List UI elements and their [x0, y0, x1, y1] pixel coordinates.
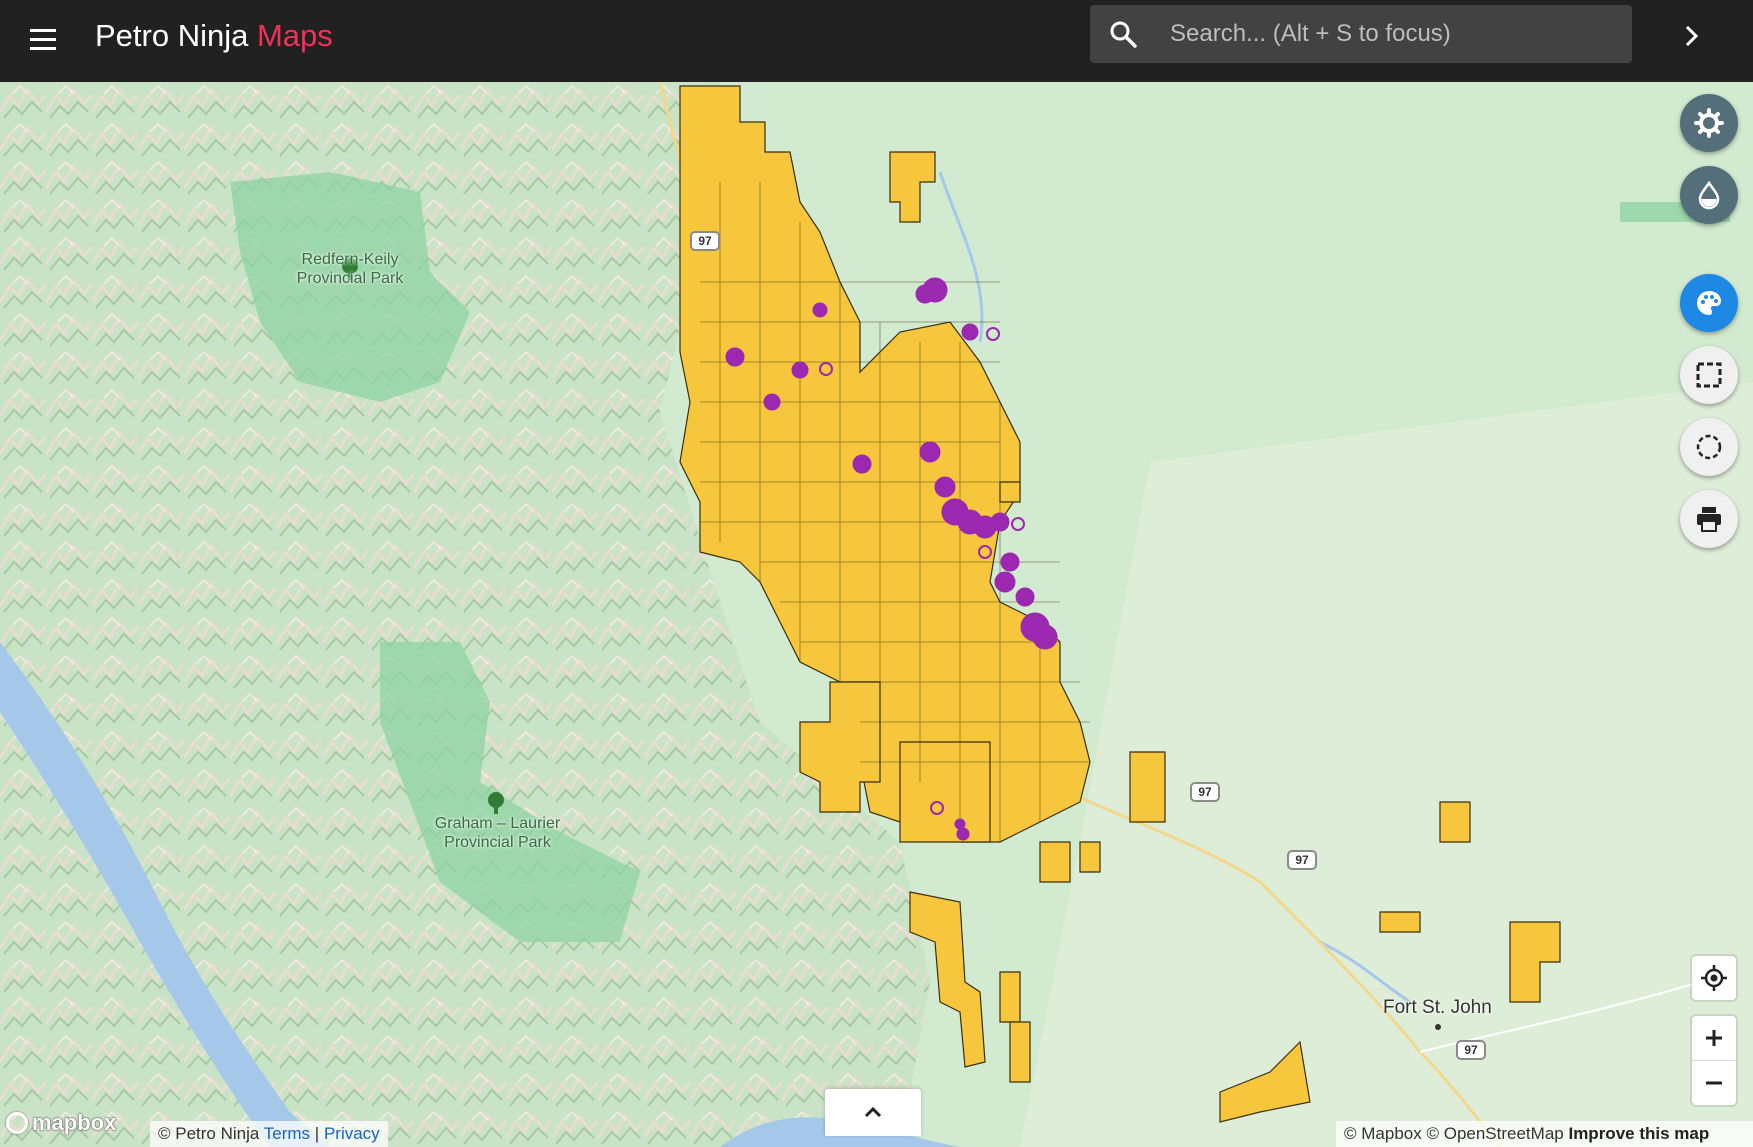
highway-shield: 97 — [1190, 782, 1220, 802]
search-input[interactable] — [1170, 5, 1620, 63]
privacy-link[interactable]: Privacy — [324, 1124, 380, 1143]
attribution-separator: | — [314, 1124, 320, 1143]
expand-panel-button[interactable] — [1674, 18, 1710, 54]
attribution-right: © Mapbox © OpenStreetMap Improve this ma… — [1336, 1121, 1753, 1147]
printer-icon — [1697, 507, 1721, 532]
settings-button[interactable] — [1680, 94, 1738, 152]
rectangle-select-button[interactable] — [1680, 346, 1738, 404]
chevron-up-icon — [864, 1106, 882, 1118]
mapbox-credit-link[interactable]: © Mapbox — [1344, 1124, 1422, 1143]
improve-map-link[interactable]: Improve this map — [1568, 1124, 1709, 1143]
bottom-panel-toggle[interactable] — [825, 1089, 921, 1136]
zoom-out-button[interactable] — [1692, 1061, 1736, 1105]
gear-icon — [1694, 108, 1724, 138]
osm-credit-link[interactable]: © OpenStreetMap — [1426, 1124, 1563, 1143]
search-bar — [1090, 5, 1632, 63]
hamburger-menu-icon — [30, 29, 56, 50]
circle-select-button[interactable] — [1680, 418, 1738, 476]
style-palette-button[interactable] — [1680, 274, 1738, 332]
highway-shield: 97 — [690, 231, 720, 251]
crosshair-icon — [1701, 965, 1727, 991]
mapbox-logo[interactable]: mapbox — [6, 1108, 116, 1138]
attribution-left: © Petro Ninja Terms | Privacy — [150, 1121, 388, 1147]
park-label-text: Graham – Laurier Provincial Park — [434, 815, 561, 851]
basemap-button[interactable] — [1680, 166, 1738, 224]
locate-me-button[interactable] — [1692, 956, 1736, 1000]
city-dot — [1435, 1024, 1441, 1030]
minus-icon — [1706, 1081, 1722, 1085]
app-title-accent: Maps — [256, 18, 333, 53]
water-drop-icon — [1698, 180, 1720, 210]
plus-icon — [1706, 1030, 1722, 1046]
park-label-text: Redfern-Keily Provincial Park — [296, 251, 404, 287]
app-title[interactable]: Petro Ninja Maps — [95, 16, 333, 56]
map-canvas[interactable]: Redfern-Keily Provincial Park Graham – L… — [0, 82, 1753, 1147]
terms-link[interactable]: Terms — [264, 1124, 310, 1143]
app-root: Petro Ninja Maps Search... (Alt + S to f… — [0, 0, 1753, 1147]
zoom-in-button[interactable] — [1692, 1016, 1736, 1060]
zoom-control — [1692, 1016, 1736, 1105]
park-label-graham-laurier[interactable]: Graham – Laurier Provincial Park — [420, 814, 575, 852]
mapbox-logo-mark — [6, 1112, 28, 1134]
copyright-petro-ninja: © Petro Ninja — [158, 1124, 260, 1143]
top-app-bar: Petro Ninja Maps — [0, 0, 1753, 82]
map-base-layer — [0, 82, 1753, 1147]
print-button[interactable] — [1680, 490, 1738, 548]
geolocate-control — [1692, 956, 1736, 1000]
city-label-fort-st-john[interactable]: Fort St. John — [1383, 997, 1492, 1019]
mapbox-logo-text: mapbox — [32, 1110, 117, 1135]
menu-button[interactable] — [28, 20, 68, 60]
chevron-right-icon — [1685, 25, 1699, 47]
rectangle-select-icon — [1696, 362, 1722, 388]
park-label-redfern-keily[interactable]: Redfern-Keily Provincial Park — [280, 250, 420, 288]
circle-select-icon — [1696, 434, 1722, 460]
magnifier-icon[interactable] — [1108, 19, 1138, 49]
palette-icon — [1697, 291, 1721, 315]
app-title-main: Petro Ninja — [95, 18, 249, 53]
highway-shield: 97 — [1456, 1040, 1486, 1060]
highway-shield: 97 — [1287, 850, 1317, 870]
